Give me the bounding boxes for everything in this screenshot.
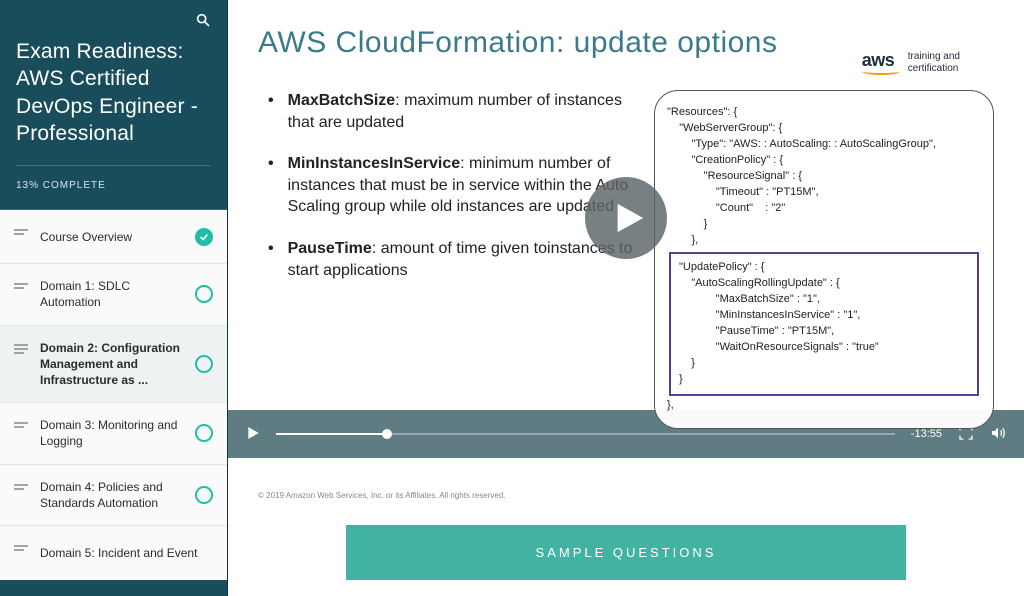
bullet-item: PauseTime: amount of time given toinstan… (258, 238, 634, 281)
bullet-list: MaxBatchSize: maximum number of instance… (258, 90, 634, 429)
sidebar: Exam Readiness: AWS Certified DevOps Eng… (0, 0, 228, 596)
lines-icon (14, 280, 30, 299)
code-snippet: "Resources": { "WebServerGroup": { "Type… (654, 90, 994, 429)
sample-questions-button[interactable]: SAMPLE QUESTIONS (346, 525, 906, 580)
sidebar-item-domain5[interactable]: Domain 5: Incident and Event (0, 526, 227, 580)
aws-badge: aws training and certification (862, 50, 960, 75)
check-icon (195, 228, 213, 246)
progress-ring-icon (195, 355, 213, 373)
sidebar-item-domain1[interactable]: Domain 1: SDLC Automation (0, 264, 227, 325)
lines-icon (14, 226, 30, 245)
aws-logo-text: aws (862, 50, 900, 71)
lines-icon (14, 342, 30, 361)
sidebar-nav: Course Overview Domain 1: SDLC Automatio… (0, 210, 227, 596)
progress-ring-icon (195, 424, 213, 442)
sidebar-item-domain2[interactable]: Domain 2: Configuration Management and I… (0, 326, 227, 404)
sidebar-item-label: Domain 2: Configuration Management and I… (40, 340, 187, 389)
lines-icon (14, 481, 30, 500)
sidebar-header: Exam Readiness: AWS Certified DevOps Eng… (0, 0, 227, 210)
copyright-text: © 2019 Amazon Web Services, Inc. or its … (258, 491, 506, 500)
progress-ring-icon (195, 285, 213, 303)
bullet-item: MaxBatchSize: maximum number of instance… (258, 90, 634, 133)
sidebar-item-label: Course Overview (40, 229, 187, 245)
video-slide: AWS CloudFormation: update options aws t… (228, 0, 1024, 410)
progress-label: 13% COMPLETE (16, 165, 211, 191)
bullet-item: MinInstancesInService: minimum number of… (258, 153, 634, 218)
code-highlight: "UpdatePolicy" : { "AutoScalingRollingUp… (669, 252, 979, 396)
sidebar-item-label: Domain 1: SDLC Automation (40, 278, 187, 310)
sidebar-item-label: Domain 3: Monitoring and Logging (40, 417, 187, 449)
time-remaining: -13:55 (911, 428, 942, 440)
sidebar-item-label: Domain 5: Incident and Event (40, 545, 213, 561)
sidebar-item-label: Domain 4: Policies and Standards Automat… (40, 479, 187, 511)
sidebar-item-domain4[interactable]: Domain 4: Policies and Standards Automat… (0, 465, 227, 526)
main-content: AWS CloudFormation: update options aws t… (228, 0, 1024, 596)
lines-icon (14, 419, 30, 438)
sidebar-item-domain3[interactable]: Domain 3: Monitoring and Logging (0, 403, 227, 464)
aws-tagline: training and certification (908, 51, 960, 75)
seek-thumb[interactable] (382, 429, 392, 439)
sidebar-item-overview[interactable]: Course Overview (0, 210, 227, 264)
play-button[interactable] (585, 177, 667, 259)
search-icon[interactable] (195, 12, 211, 28)
course-title: Exam Readiness: AWS Certified DevOps Eng… (16, 38, 211, 147)
progress-ring-icon (195, 486, 213, 504)
lines-icon (14, 542, 30, 561)
seek-bar[interactable] (276, 433, 895, 435)
